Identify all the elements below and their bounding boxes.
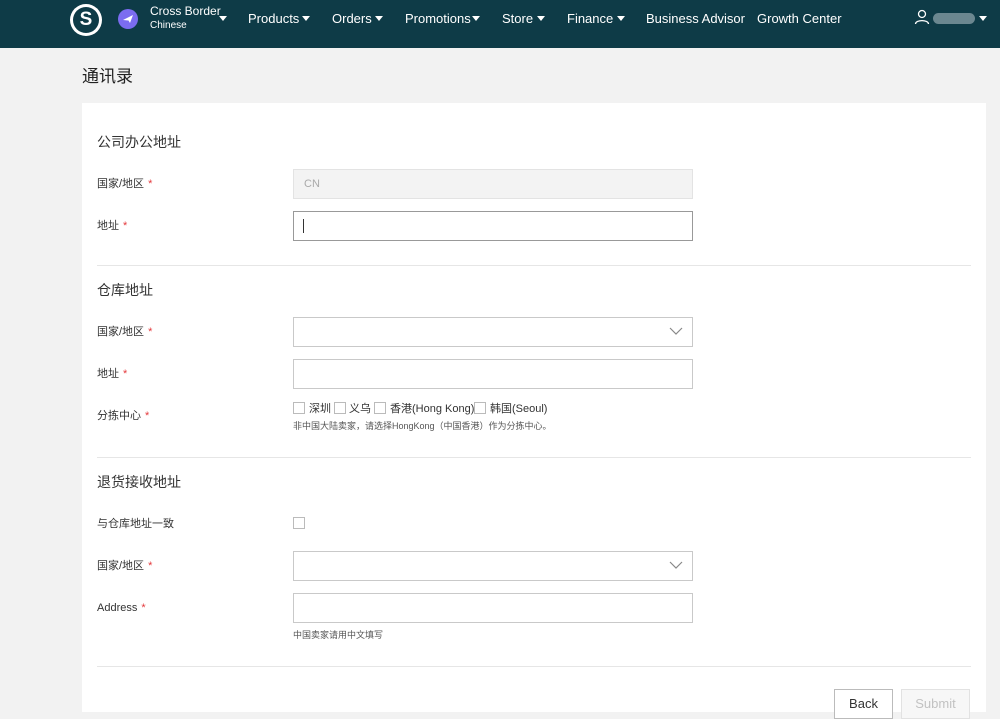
returns-country-label-text: 国家/地区 [97,560,145,572]
warehouse-country-label: 国家/地区 * [97,326,152,339]
user-icon[interactable] [914,9,930,25]
nav-store[interactable]: Store [502,11,533,26]
nav-promotions[interactable]: Promotions [405,11,471,26]
nav-finance-chevron-down-icon[interactable] [617,16,625,21]
sorting-option-shenzhen-checkbox[interactable] [293,402,305,414]
site-language-label[interactable]: Chinese [150,20,187,32]
required-mark: * [148,560,153,572]
section-title-returns: 退货接收地址 [97,474,181,490]
warehouse-country-label-text: 国家/地区 [97,326,145,338]
office-country-label: 国家/地区 * [97,178,152,191]
required-mark: * [148,326,153,338]
app-logo[interactable]: S [70,4,102,36]
nav-growth-center[interactable]: Growth Center [757,11,842,26]
nav-finance[interactable]: Finance [567,11,613,26]
nav-store-chevron-down-icon[interactable] [537,16,545,21]
required-mark: * [123,368,128,380]
sorting-center-hint: 非中国大陆卖家，请选择HongKong（中国香港）作为分拣中心。 [293,421,552,431]
site-selector-chevron-down-icon[interactable] [219,16,227,21]
office-address-label: 地址 * [97,220,127,233]
nav-business-advisor[interactable]: Business Advisor [646,11,745,26]
nav-orders[interactable]: Orders [332,11,372,26]
returns-country-label: 国家/地区 * [97,560,152,573]
required-mark: * [123,220,128,232]
warehouse-address-label-text: 地址 [97,368,119,380]
same-as-warehouse-checkbox[interactable] [293,517,305,529]
logo-letter: S [73,7,99,33]
returns-address-hint: 中国卖家请用中文填写 [293,630,384,640]
returns-address-label: Address * [97,602,146,615]
text-cursor [303,219,304,233]
submit-button[interactable]: Submit [901,689,970,719]
returns-address-input[interactable] [293,593,693,623]
section-title-office: 公司办公地址 [97,134,181,150]
returns-country-select[interactable] [293,551,693,581]
sorting-option-hongkong-label[interactable]: 香港(Hong Kong) [390,403,474,416]
nav-products-chevron-down-icon[interactable] [302,16,310,21]
section-divider [97,457,971,458]
nav-promotions-chevron-down-icon[interactable] [472,16,480,21]
office-country-field: CN [293,169,693,199]
section-divider [97,666,971,667]
sorting-option-seoul-checkbox[interactable] [474,402,486,414]
airplane-icon[interactable] [118,9,138,29]
sorting-center-label-text: 分拣中心 [97,410,141,422]
sorting-option-shenzhen-label[interactable]: 深圳 [309,403,331,416]
user-menu-chevron-down-icon[interactable] [979,16,987,21]
sorting-option-seoul-label[interactable]: 韩国(Seoul) [490,403,547,416]
office-address-input[interactable] [293,211,693,241]
back-button[interactable]: Back [834,689,893,719]
nav-products[interactable]: Products [248,11,299,26]
sorting-option-yiwu-label[interactable]: 义乌 [349,403,371,416]
section-divider [97,265,971,266]
warehouse-address-label: 地址 * [97,368,127,381]
sorting-option-yiwu-checkbox[interactable] [334,402,346,414]
required-mark: * [141,602,146,614]
warehouse-country-select[interactable] [293,317,693,347]
sorting-option-hongkong-checkbox[interactable] [374,402,386,414]
warehouse-address-input[interactable] [293,359,693,389]
chevron-down-icon [669,561,683,569]
section-title-warehouse: 仓库地址 [97,282,153,298]
top-nav-bar: S Cross Border Chinese Products Orders P… [0,0,1000,48]
returns-address-label-text: Address [97,602,138,614]
same-as-warehouse-label: 与仓库地址一致 [97,518,174,530]
office-address-label-text: 地址 [97,220,119,232]
site-selector-label[interactable]: Cross Border [150,4,221,18]
nav-orders-chevron-down-icon[interactable] [375,16,383,21]
page-title: 通讯录 [82,67,133,86]
office-country-value: CN [304,178,320,190]
sorting-center-label: 分拣中心 * [97,410,149,423]
chevron-down-icon [669,327,683,335]
required-mark: * [148,178,153,190]
user-name[interactable] [933,13,975,24]
office-country-label-text: 国家/地区 [97,178,145,190]
required-mark: * [145,410,150,422]
